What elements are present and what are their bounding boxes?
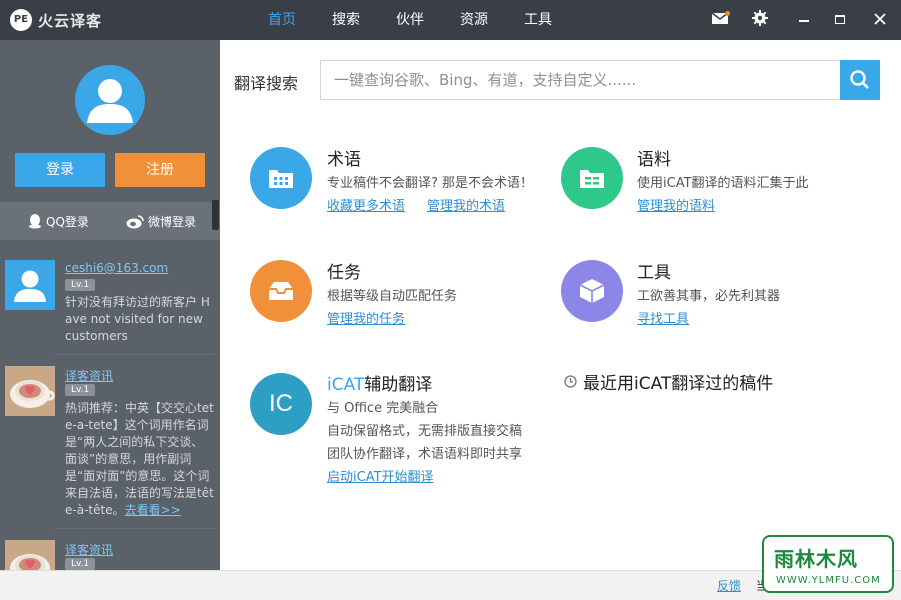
manage-tasks-link[interactable]: 管理我的任务	[327, 308, 405, 327]
feed-scrollbar[interactable]	[212, 200, 219, 230]
icat-icon[interactable]: IC	[250, 373, 312, 435]
find-tools-link[interactable]: 寻找工具	[637, 308, 689, 327]
title-bar: PE 火云译客 首页 搜索 伙伴 资源 工具	[0, 0, 901, 40]
search-icon	[850, 70, 869, 89]
nav-search[interactable]: 搜索	[314, 0, 378, 40]
feed-title-link[interactable]: ceshi6@163.com	[65, 261, 168, 275]
corpus-desc: 使用iCAT翻译的语料汇集于此	[637, 176, 809, 191]
nav-resources[interactable]: 资源	[442, 0, 506, 40]
read-more-link[interactable]: 去看看>>	[125, 503, 181, 517]
icat-desc-1: 与 Office 完美融合	[327, 401, 439, 416]
weibo-icon	[126, 214, 144, 228]
weibo-login-label: 微博登录	[148, 215, 197, 229]
tasks-desc: 根据等级自动匹配任务	[327, 289, 458, 304]
icat-desc-2: 自动保留格式，无需排版直接交稿	[327, 424, 523, 439]
icat-title-prefix: iCAT	[327, 375, 365, 395]
level-badge: Lv.1	[65, 384, 96, 396]
coffee-cup-image	[5, 366, 55, 416]
clock-icon	[564, 375, 577, 388]
terms-title: 术语	[327, 150, 361, 170]
corpus-title: 语料	[637, 150, 671, 170]
icat-icon-text: IC	[269, 390, 293, 417]
search-button[interactable]	[840, 60, 880, 100]
watermark-logo: 雨林木风 WWW.YLMFU.COM	[762, 535, 894, 593]
manage-corpus-link[interactable]: 管理我的语料	[637, 195, 715, 214]
close-icon[interactable]	[870, 10, 890, 30]
feed-title-link[interactable]: 译客资讯	[65, 541, 113, 558]
weibo-login-button[interactable]: 微博登录	[126, 213, 196, 230]
feed-text: 热词推荐：中英【交交心tete-a-tete】这个词用作名词是“两人之间的私下交…	[65, 400, 215, 519]
user-avatar-icon[interactable]	[75, 65, 145, 135]
watermark-main-text: 雨林木风	[774, 547, 858, 571]
feed-title-link[interactable]: 译客资讯	[65, 367, 113, 384]
feed-text-body: 热词推荐：中英【交交心tete-a-tete】这个词用作名词是“两人之间的私下交…	[65, 401, 214, 517]
feed-text: 针对没有拜访过的新客户 Have not visited for new cus…	[65, 295, 210, 343]
terms-desc: 专业稿件不会翻译? 那是不会术语！	[327, 176, 534, 191]
feedback-link[interactable]: 反馈	[717, 577, 741, 594]
level-badge: Lv.1	[65, 558, 96, 570]
feed-avatar-icon[interactable]	[5, 260, 55, 310]
maximize-icon[interactable]	[830, 10, 850, 30]
qq-login-label: QQ登录	[46, 215, 89, 229]
mail-icon[interactable]	[710, 10, 730, 30]
watermark-sub-text: WWW.YLMFU.COM	[776, 575, 881, 586]
terms-icon[interactable]	[250, 147, 312, 209]
nav-partners[interactable]: 伙伴	[378, 0, 442, 40]
feed-divider	[55, 354, 215, 355]
login-button[interactable]: 登录	[15, 153, 105, 187]
qq-icon	[29, 214, 41, 229]
tools-desc: 工欲善其事，必先利其器	[637, 289, 781, 304]
icat-title: iCAT辅助翻译	[327, 370, 432, 395]
register-button[interactable]: 注册	[115, 153, 205, 187]
search-label: 翻译搜索	[234, 74, 299, 93]
coffee-cup-image	[5, 540, 55, 570]
tasks-title: 任务	[327, 263, 361, 283]
icat-title-suffix: 辅助翻译	[364, 375, 433, 395]
app-logo-icon: PE	[10, 9, 32, 31]
tasks-icon[interactable]	[250, 260, 312, 322]
social-login-row: QQ登录 微博登录	[0, 202, 220, 240]
minimize-icon[interactable]	[794, 10, 814, 30]
qq-login-button[interactable]: QQ登录	[28, 213, 89, 230]
gear-icon[interactable]	[750, 10, 770, 30]
search-input[interactable]	[320, 60, 840, 100]
manage-terms-link[interactable]: 管理我的术语	[427, 195, 505, 214]
app-title: 火云译客	[38, 12, 103, 30]
mail-unread-dot	[725, 11, 730, 16]
collect-terms-link[interactable]: 收藏更多术语	[327, 195, 405, 214]
icat-desc-3: 团队协作翻译，术语语料即时共享	[327, 447, 523, 462]
corpus-icon[interactable]	[561, 147, 623, 209]
feed-item: 译客资讯 Lv.1	[0, 530, 220, 570]
tools-title: 工具	[637, 263, 671, 283]
feed-divider	[55, 528, 215, 529]
nav-home[interactable]: 首页	[250, 0, 314, 40]
main-nav: 首页 搜索 伙伴 资源 工具	[250, 0, 570, 40]
tools-icon[interactable]	[561, 260, 623, 322]
nav-tools[interactable]: 工具	[506, 0, 570, 40]
recent-files-label: 最近用iCAT翻译过的稿件	[583, 374, 774, 394]
recent-files-heading: 最近用iCAT翻译过的稿件	[564, 369, 773, 394]
launch-icat-link[interactable]: 启动iCAT开始翻译	[327, 466, 434, 485]
level-badge: Lv.1	[65, 279, 96, 291]
